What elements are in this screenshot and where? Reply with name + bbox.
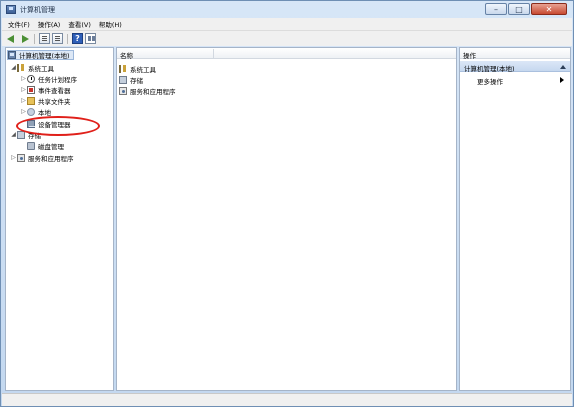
tree-item-storage[interactable]: ◢ 存储	[10, 129, 41, 140]
tree-item-event-viewer[interactable]: ▷ 事件查看器	[20, 84, 71, 95]
expand-icon[interactable]: ▷	[10, 154, 17, 161]
tools-icon	[17, 63, 25, 72]
tree-item-label: 存储	[28, 131, 41, 140]
close-icon: ✕	[545, 5, 553, 14]
minimize-icon: –	[494, 5, 498, 14]
services-icon	[17, 153, 25, 162]
tree-item-system-tools[interactable]: ◢ 系统工具	[10, 62, 54, 73]
menu-file[interactable]: 文件(F)	[8, 19, 30, 29]
forward-icon[interactable]	[19, 33, 30, 44]
help-icon[interactable]: ?	[72, 33, 83, 44]
collapse-section-icon[interactable]	[560, 65, 566, 69]
content-list[interactable]: 名称 系统工具 存储 服务和应用程序	[116, 47, 457, 391]
expand-icon[interactable]: ▷	[20, 75, 27, 82]
column-header-name[interactable]: 名称	[117, 48, 456, 60]
menu-help[interactable]: 帮助(H)	[99, 19, 122, 29]
actions-section-label: 计算机管理(本地)	[464, 65, 515, 73]
title-bar[interactable]: 计算机管理 – □ ✕	[1, 1, 573, 18]
event-viewer-icon	[27, 85, 35, 94]
list-item-label: 服务和应用程序	[130, 88, 176, 96]
storage-icon	[119, 76, 127, 84]
list-item-storage[interactable]: 存储	[119, 75, 143, 85]
menu-view[interactable]: 查看(V)	[68, 19, 91, 29]
tree-item-label: 系统工具	[28, 64, 54, 73]
tree-item-device-manager[interactable]: 设备管理器	[27, 118, 71, 129]
close-button[interactable]: ✕	[531, 3, 567, 15]
tree-item-services-applications[interactable]: ▷ 服务和应用程序	[10, 152, 74, 163]
toolbar: ?	[2, 30, 572, 46]
show-pane-icon[interactable]	[85, 33, 96, 44]
window-controls: – □ ✕	[485, 3, 567, 16]
toolbar-separator	[34, 33, 35, 44]
tree-item-label: 本地	[38, 108, 51, 117]
list-item-label: 存储	[130, 77, 143, 85]
export-list-icon[interactable]	[52, 33, 63, 44]
expand-icon[interactable]: ▷	[20, 97, 27, 104]
computer-management-icon	[6, 5, 16, 14]
tree-item-label: 设备管理器	[38, 120, 71, 129]
tree-item-label: 共享文件夹	[38, 97, 71, 106]
tree-item-local-users[interactable]: ▷ 本地	[20, 106, 51, 117]
tree-item-task-scheduler[interactable]: ▷ 任务计划程序	[20, 73, 77, 84]
tree-item-label: 计算机管理(本地)	[19, 52, 70, 60]
computer-icon	[8, 51, 16, 59]
actions-section-computer-management[interactable]: 计算机管理(本地)	[460, 61, 570, 73]
column-divider[interactable]	[213, 49, 214, 58]
submenu-arrow-icon	[560, 77, 564, 83]
list-item-system-tools[interactable]: 系统工具	[119, 64, 156, 74]
list-item-label: 系统工具	[130, 66, 156, 74]
list-item-services-applications[interactable]: 服务和应用程序	[119, 86, 176, 96]
device-manager-icon	[27, 119, 35, 128]
tree-item-label: 服务和应用程序	[28, 154, 74, 163]
services-icon	[119, 87, 127, 95]
tree-item-disk-management[interactable]: 磁盘管理	[27, 140, 64, 151]
tree-item-label: 磁盘管理	[38, 142, 64, 151]
column-header-label: 名称	[120, 52, 133, 60]
more-actions-item[interactable]: 更多操作	[460, 75, 570, 86]
expand-icon[interactable]: ▷	[20, 86, 27, 93]
collapse-icon[interactable]: ◢	[10, 64, 17, 71]
show-hide-tree-icon[interactable]	[39, 33, 50, 44]
maximize-icon: □	[515, 5, 523, 14]
window-title: 计算机管理	[20, 6, 55, 14]
users-icon	[27, 107, 35, 116]
tree-item-label: 事件查看器	[38, 86, 71, 95]
computer-management-window: 计算机管理 – □ ✕ 文件(F) 操作(A) 查看(V) 帮助(H) ? 计算…	[0, 0, 574, 407]
actions-pane: 操作 计算机管理(本地) 更多操作	[459, 47, 571, 391]
toolbar-separator	[67, 33, 68, 44]
tree-item-label: 任务计划程序	[38, 75, 77, 84]
expand-icon[interactable]: ▷	[20, 108, 27, 115]
more-actions-label: 更多操作	[477, 78, 503, 86]
tree-item-computer-management[interactable]: 计算机管理(本地)	[7, 50, 74, 60]
storage-icon	[17, 130, 25, 139]
clock-icon	[27, 74, 35, 83]
disk-icon	[27, 141, 35, 150]
navigation-tree[interactable]: 计算机管理(本地) ◢ 系统工具 ▷ 任务计划程序 ▷ 事件查看器 ▷ 共享文件…	[5, 47, 114, 391]
tree-item-shared-folders[interactable]: ▷ 共享文件夹	[20, 95, 71, 106]
menu-action[interactable]: 操作(A)	[38, 19, 61, 29]
shared-folder-icon	[27, 96, 35, 105]
status-bar	[2, 393, 572, 406]
collapse-icon[interactable]: ◢	[10, 131, 17, 138]
actions-header-label: 操作	[463, 52, 476, 60]
back-icon[interactable]	[6, 33, 17, 44]
menu-bar: 文件(F) 操作(A) 查看(V) 帮助(H)	[2, 18, 572, 30]
tools-icon	[119, 65, 127, 73]
maximize-button[interactable]: □	[508, 3, 530, 15]
minimize-button[interactable]: –	[485, 3, 507, 15]
actions-header: 操作	[460, 48, 570, 60]
